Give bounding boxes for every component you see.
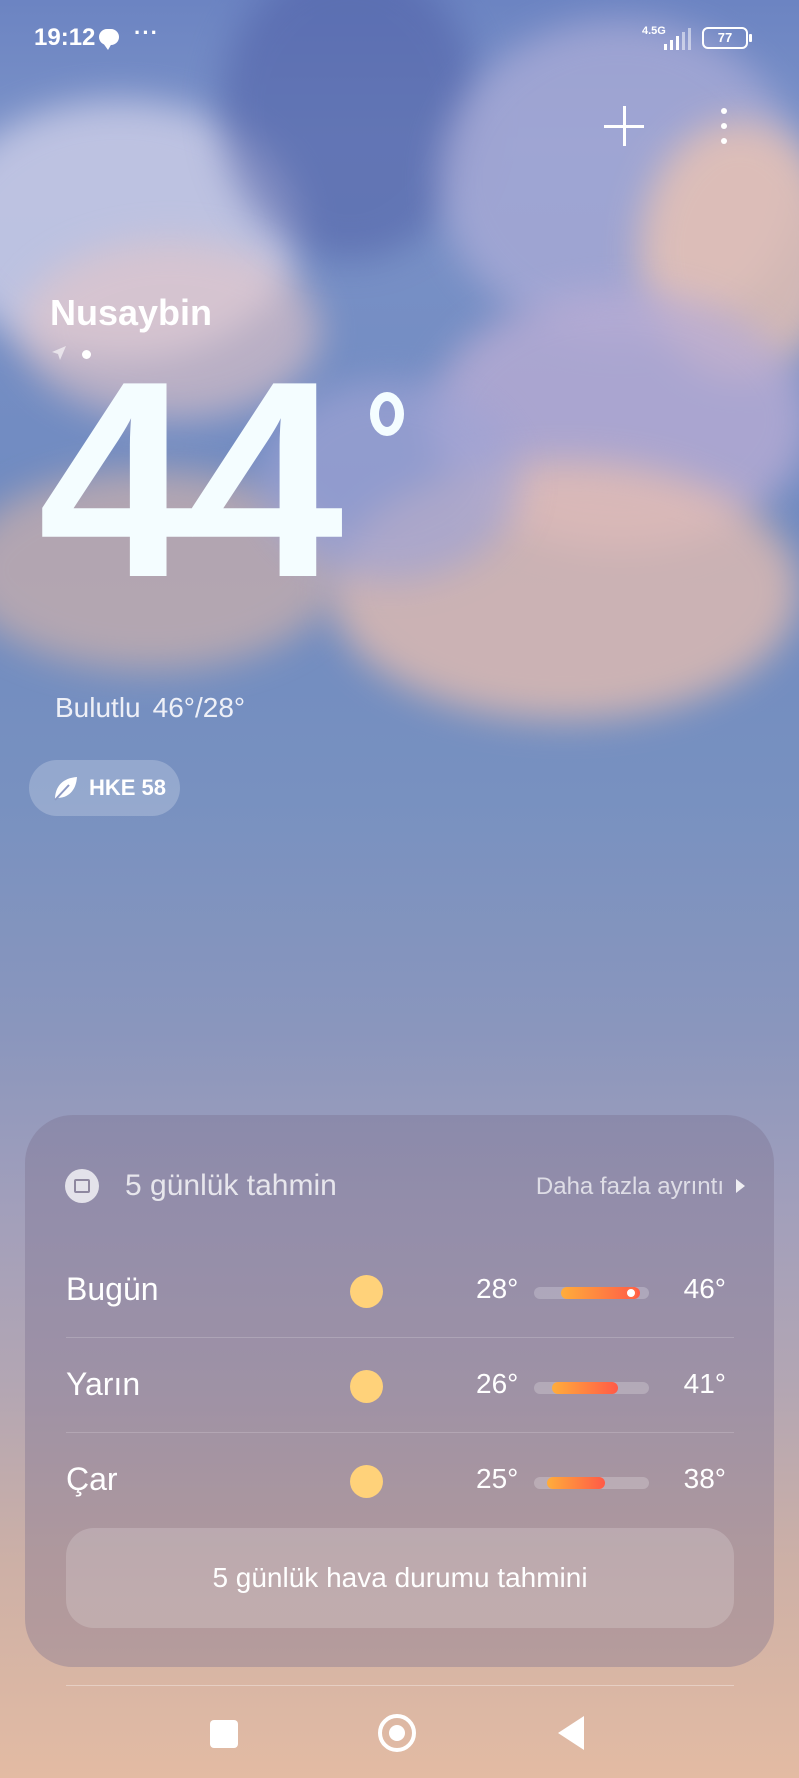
temp-range-fill <box>551 1382 619 1394</box>
aqi-label: HKE 58 <box>89 775 167 800</box>
more-details-label: Daha fazla ayrıntı <box>535 1173 724 1200</box>
forecast-header: 5 günlük tahmin Daha fazla ayrıntı <box>65 1167 745 1207</box>
recent-apps-button[interactable] <box>210 1720 238 1748</box>
divider <box>66 1685 734 1686</box>
sun-icon <box>350 1275 383 1308</box>
navigation-bar <box>0 1700 799 1778</box>
back-button[interactable] <box>558 1716 584 1750</box>
chevron-right-icon <box>736 1179 745 1193</box>
aqi-badge[interactable]: HKE 58 <box>29 760 180 816</box>
leaf-icon <box>54 777 77 801</box>
low-temp: 28° <box>476 1273 519 1304</box>
add-city-button[interactable] <box>602 104 646 148</box>
temp-range-bar <box>534 1382 649 1394</box>
more-options-button[interactable] <box>710 104 738 148</box>
forecast-row[interactable]: Çar 25° 38° <box>66 1433 734 1528</box>
condition-summary: Bulutlu 46°/28° <box>55 692 257 724</box>
signal-icon <box>664 28 691 50</box>
five-day-forecast-button[interactable]: 5 günlük hava durumu tahmini <box>66 1528 734 1628</box>
battery-icon: 77 <box>702 27 752 49</box>
forecast-row[interactable]: Yarın 26° 41° <box>66 1338 734 1433</box>
degree-symbol-icon <box>370 392 404 436</box>
temp-range-bar <box>534 1477 649 1489</box>
sun-icon <box>350 1465 383 1498</box>
forecast-card: 5 günlük tahmin Daha fazla ayrıntı Bugün… <box>25 1115 774 1667</box>
temp-range-bar <box>534 1287 649 1299</box>
condition-text: Bulutlu <box>55 692 141 723</box>
temp-range-fill <box>547 1477 605 1489</box>
low-temp: 25° <box>476 1463 519 1494</box>
current-temperature: 44 <box>38 324 343 636</box>
day-label: Bugün <box>66 1271 159 1307</box>
calendar-icon <box>65 1169 99 1203</box>
high-low-text: 46°/28° <box>152 692 246 723</box>
low-temp: 26° <box>476 1368 519 1399</box>
day-label: Çar <box>66 1461 118 1497</box>
forecast-row[interactable]: Bugün 28° 46° <box>66 1243 734 1338</box>
chat-bubble-icon <box>99 29 119 50</box>
high-temp: 46° <box>683 1273 726 1304</box>
high-temp: 41° <box>683 1368 726 1399</box>
status-bar: 19:12 ··· 4.5G 77 <box>0 0 799 80</box>
high-temp: 38° <box>683 1463 726 1494</box>
home-button[interactable] <box>378 1714 416 1752</box>
day-label: Yarın <box>66 1366 141 1402</box>
forecast-title: 5 günlük tahmin <box>125 1169 337 1202</box>
more-details-link[interactable]: Daha fazla ayrıntı <box>536 1173 745 1201</box>
network-type: 4.5G <box>642 25 666 37</box>
status-time: 19:12 <box>34 24 96 51</box>
sun-icon <box>350 1370 383 1403</box>
more-dots-icon: ··· <box>134 20 159 45</box>
